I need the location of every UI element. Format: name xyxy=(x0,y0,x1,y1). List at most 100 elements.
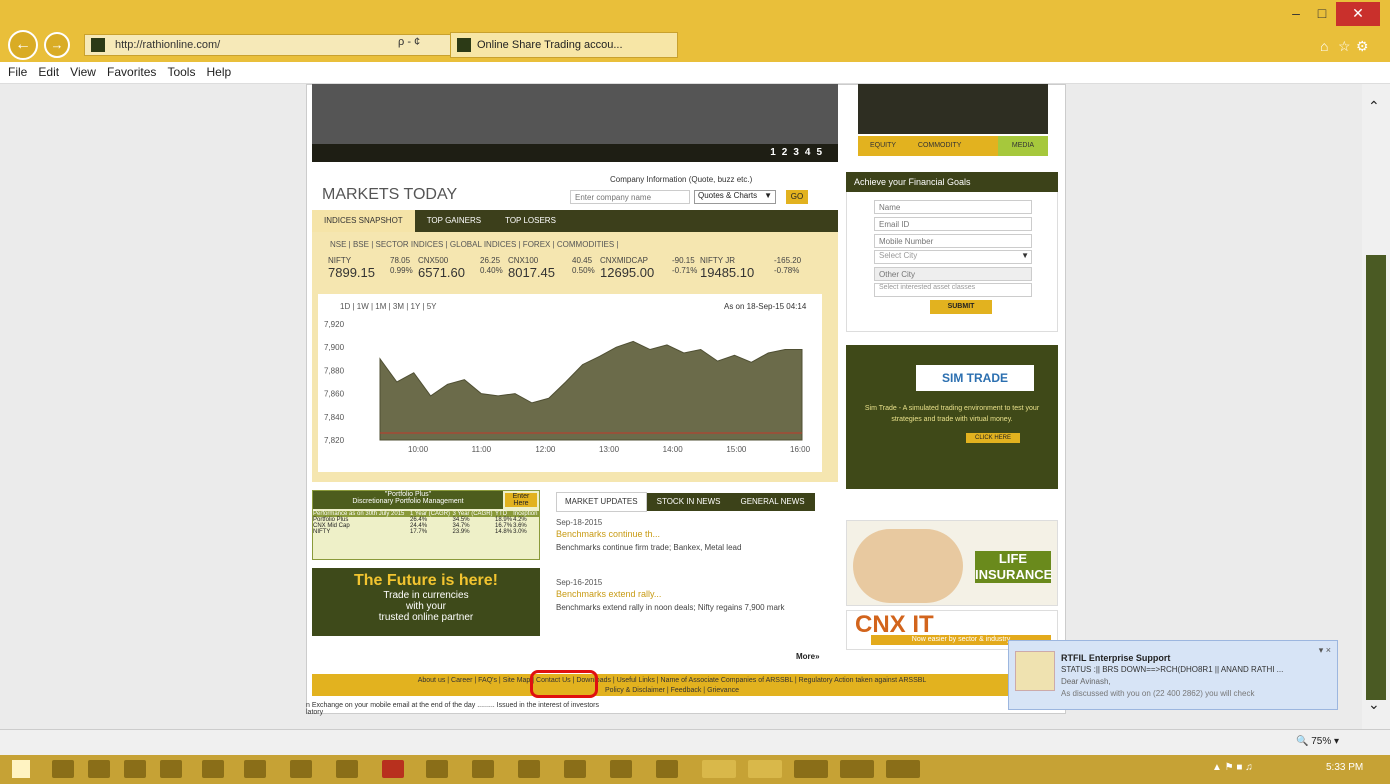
news-headline-link[interactable]: Benchmarks continue th... xyxy=(556,529,826,539)
company-search-input[interactable] xyxy=(570,190,690,204)
system-tray-icons[interactable]: ▲ ⚑ ■ ♫ xyxy=(1212,762,1253,773)
tab-equity[interactable]: EQUITY xyxy=(870,142,896,149)
browser-tab[interactable]: Online Share Trading accou... xyxy=(450,32,678,58)
tab-commodity[interactable]: COMMODITY xyxy=(918,142,962,149)
taskbar-app-icon[interactable] xyxy=(202,760,224,778)
other-city-field[interactable] xyxy=(874,267,1032,281)
mobile-field[interactable] xyxy=(874,234,1032,248)
scrollbar-thumb[interactable] xyxy=(1366,255,1386,700)
menu-tools[interactable]: Tools xyxy=(167,62,195,82)
windows-start-icon[interactable] xyxy=(12,760,30,778)
footer-link-row[interactable]: About us | Career | FAQ's | Site Map | C… xyxy=(312,676,1032,686)
taskbar-app-icon[interactable] xyxy=(52,760,74,778)
ticker-cnxmidcap[interactable]: CNXMIDCAP 12695.00 xyxy=(600,256,654,280)
city-select[interactable]: Select City ▼ xyxy=(874,250,1032,264)
taskbar-app-icon[interactable] xyxy=(794,760,828,778)
notification-popup[interactable]: RTFIL Enterprise Support STATUS :|| BRS … xyxy=(1008,640,1338,710)
forward-arrow-icon[interactable]: → xyxy=(44,32,70,58)
zoom-level[interactable]: 🔍 75% ▾ xyxy=(1296,736,1339,747)
tab-media[interactable]: MEDIA xyxy=(998,136,1048,156)
maximize-button[interactable]: □ xyxy=(1310,2,1334,26)
y-tick-label: 7,900 xyxy=(324,343,345,352)
taskbar-app-icon[interactable] xyxy=(518,760,540,778)
quotes-select[interactable]: Quotes & Charts ▼ xyxy=(694,190,776,204)
page-3[interactable]: 3 xyxy=(793,147,805,158)
browser-status-bar: 🔍 75% ▾ xyxy=(0,729,1390,755)
tab-market-updates[interactable]: MARKET UPDATES xyxy=(556,492,647,512)
address-bar[interactable]: http://rathionline.com/ xyxy=(84,34,484,56)
menu-view[interactable]: View xyxy=(70,62,96,82)
tab-top-losers[interactable]: TOP LOSERS xyxy=(493,210,568,232)
tab-top-gainers[interactable]: TOP GAINERS xyxy=(415,210,493,232)
currency-trading-banner[interactable]: The Future is here! Trade in currencies … xyxy=(312,568,540,636)
nifty-intraday-chart: 7,920 7,900 7,880 7,860 7,840 7,820 10:00 11:00… xyxy=(324,320,811,454)
tab-indices-snapshot[interactable]: INDICES SNAPSHOT xyxy=(312,210,415,232)
search-refresh-icon[interactable]: ρ - ¢ xyxy=(398,36,420,48)
back-arrow-icon[interactable]: ← xyxy=(8,30,38,60)
banner-line: Trade in currencies xyxy=(383,590,469,601)
taskbar-app-icon[interactable] xyxy=(564,760,586,778)
taskbar-app-icon[interactable] xyxy=(886,760,920,778)
home-icon[interactable]: ⌂ xyxy=(1320,38,1328,54)
ticker-name: NIFTY xyxy=(328,256,352,265)
taskbar-pdf-icon[interactable] xyxy=(382,760,404,778)
taskbar-ie-icon[interactable] xyxy=(702,760,736,778)
enter-here-button[interactable]: Enter Here xyxy=(505,493,537,507)
sim-trade-click-here[interactable]: CLICK HERE xyxy=(966,433,1020,443)
table-cell: 14.8% xyxy=(495,529,513,535)
video-thumbnail[interactable] xyxy=(858,84,1048,134)
taskbar-app-icon[interactable] xyxy=(610,760,632,778)
x-tick-label: 12:00 xyxy=(535,445,556,454)
chart-range-links[interactable]: 1D | 1W | 1M | 3M | 1Y | 5Y xyxy=(340,302,437,311)
y-tick-label: 7,860 xyxy=(324,390,345,399)
life-insurance-banner[interactable]: LIFE INSURANCE xyxy=(846,520,1058,606)
y-tick-label: 7,920 xyxy=(324,320,345,329)
submit-button[interactable]: SUBMIT xyxy=(930,300,992,314)
ticker-niftyjr[interactable]: NIFTY JR 19485.10 xyxy=(700,256,754,280)
taskbar-app-icon[interactable] xyxy=(840,760,874,778)
tab-general-news[interactable]: GENERAL NEWS xyxy=(730,493,815,511)
taskbar-app-icon[interactable] xyxy=(160,760,182,778)
news-headline-link[interactable]: Benchmarks extend rally... xyxy=(556,589,826,599)
page-4[interactable]: 4 xyxy=(805,147,817,158)
close-button[interactable]: ✕ xyxy=(1336,2,1380,26)
ticker-pct: 0.99% xyxy=(390,266,413,275)
page-5[interactable]: 5 xyxy=(816,147,828,158)
portfolio-plus-box[interactable]: "Portfolio Plus" Discretionary Portfolio … xyxy=(312,490,540,560)
ticker-cnx500[interactable]: CNX500 6571.60 xyxy=(418,256,465,280)
taskbar-app-icon[interactable] xyxy=(244,760,266,778)
scroll-up-icon[interactable]: ⌃ xyxy=(1368,98,1380,115)
page-1[interactable]: 1 xyxy=(770,147,782,158)
ticker-cnx100[interactable]: CNX100 8017.45 xyxy=(508,256,555,280)
close-icon[interactable]: ▾ × xyxy=(1319,645,1331,656)
taskbar-app-icon[interactable] xyxy=(472,760,494,778)
taskbar-app-icon[interactable] xyxy=(290,760,312,778)
menu-file[interactable]: File xyxy=(8,62,27,82)
minimize-button[interactable]: – xyxy=(1284,2,1308,26)
menu-edit[interactable]: Edit xyxy=(38,62,59,82)
settings-gear-icon[interactable]: ⚙ xyxy=(1356,38,1369,55)
taskbar-app-icon[interactable] xyxy=(748,760,782,778)
menu-favorites[interactable]: Favorites xyxy=(107,62,156,82)
taskbar-app-icon[interactable] xyxy=(124,760,146,778)
sim-trade-banner[interactable]: SIM TRADE Sim Trade - A simulated tradin… xyxy=(846,345,1058,489)
more-link[interactable]: More» xyxy=(796,652,820,661)
asset-class-select[interactable]: Select interested asset classes xyxy=(874,283,1032,297)
favorites-star-icon[interactable]: ☆ xyxy=(1338,38,1351,55)
footer-link-row[interactable]: Policy & Disclaimer | Feedback | Grievan… xyxy=(312,686,1032,696)
taskbar-app-icon[interactable] xyxy=(656,760,678,778)
go-button[interactable]: GO xyxy=(786,190,808,204)
menu-help[interactable]: Help xyxy=(207,62,232,82)
ticker-name: CNXMIDCAP xyxy=(600,256,649,265)
scroll-down-icon[interactable]: ⌄ xyxy=(1368,696,1380,713)
tab-stock-in-news[interactable]: STOCK IN NEWS xyxy=(646,493,731,511)
taskbar-app-icon[interactable] xyxy=(88,760,110,778)
name-field[interactable] xyxy=(874,200,1032,214)
taskbar-app-icon[interactable] xyxy=(426,760,448,778)
ticker-nifty[interactable]: NIFTY 7899.15 xyxy=(328,256,375,280)
page-2[interactable]: 2 xyxy=(782,147,794,158)
email-field[interactable] xyxy=(874,217,1032,231)
market-subtabs[interactable]: NSE | BSE | SECTOR INDICES | GLOBAL INDI… xyxy=(330,240,619,249)
carousel-page-numbers[interactable]: 12345 xyxy=(770,147,828,158)
taskbar-app-icon[interactable] xyxy=(336,760,358,778)
